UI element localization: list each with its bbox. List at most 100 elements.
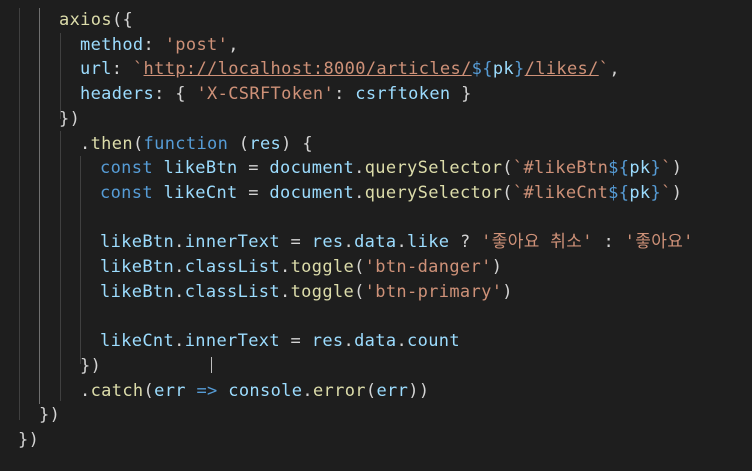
code-token: res	[311, 232, 344, 253]
code-token: count	[407, 331, 460, 352]
code-token: .	[396, 232, 408, 253]
code-token: querySelector	[364, 182, 503, 203]
code-line: })	[39, 403, 60, 428]
code-token: (	[132, 133, 144, 154]
code-area[interactable]: axios({ method: 'post', url: `http://loc…	[0, 8, 752, 463]
code-token: :	[592, 232, 625, 253]
code-token: .	[354, 182, 365, 203]
code-token: document	[269, 158, 355, 179]
code-token: then	[90, 133, 133, 154]
code-line: axios({	[59, 8, 133, 33]
code-editor[interactable]: axios({ method: 'post', url: `http://loc…	[0, 0, 752, 471]
code-token: ${	[608, 158, 630, 179]
code-line: })	[80, 354, 101, 379]
code-token: likeCnt	[100, 331, 175, 352]
code-token: likeBtn	[100, 257, 175, 277]
code-token: `	[132, 59, 144, 80]
code-token: (	[354, 257, 365, 277]
code-token: .	[174, 257, 185, 277]
code-token: (	[502, 158, 513, 179]
code-token: http://localhost:8000/articles/	[143, 59, 472, 80]
code-line: headers: { 'X-CSRFToken': csrftoken }	[80, 82, 472, 107]
code-token: .	[174, 232, 185, 253]
code-token: }	[514, 59, 525, 80]
code-token: }	[650, 182, 662, 203]
code-token: likeBtn	[100, 232, 175, 253]
code-token: )	[491, 257, 503, 277]
code-token: .	[396, 331, 408, 352]
code-token: (	[228, 133, 250, 154]
code-token: .	[279, 281, 291, 302]
code-token: likeBtn	[100, 281, 175, 302]
code-token: catch	[90, 380, 144, 401]
code-token: .	[80, 133, 91, 154]
code-token: 'post'	[164, 34, 229, 55]
code-token: ,	[609, 59, 620, 80]
code-token: classList	[184, 281, 280, 302]
code-token: `#likeCnt	[512, 182, 609, 203]
code-token: method	[80, 34, 144, 55]
code-line: likeBtn.innerText = res.data.like ? '좋아요…	[100, 230, 694, 255]
code-token: ,	[228, 34, 239, 55]
code-token: res	[249, 133, 282, 154]
code-line: method: 'post',	[80, 33, 239, 58]
code-token: csrftoken	[355, 84, 451, 105]
code-token: (	[502, 182, 513, 203]
code-token: .	[343, 331, 355, 352]
code-token: )	[502, 281, 513, 302]
code-token: toggle	[290, 281, 355, 302]
code-token: `	[661, 158, 672, 179]
code-token: error	[312, 380, 366, 401]
code-token: innerText	[184, 331, 280, 352]
code-token: '좋아요'	[624, 232, 694, 253]
code-token: querySelector	[364, 158, 503, 179]
code-token: 'btn-primary'	[364, 281, 503, 302]
code-token: }	[650, 158, 662, 179]
code-token: pk	[629, 158, 651, 179]
code-token: })	[18, 429, 40, 450]
mouse-text-cursor	[211, 357, 213, 373]
code-line: .then(function (res) {	[80, 132, 313, 157]
code-token: =	[279, 232, 312, 253]
code-token: (	[354, 281, 365, 302]
code-line: url: `http://localhost:8000/articles/${p…	[80, 57, 620, 82]
code-token: pk	[492, 59, 515, 80]
code-token: ({	[111, 10, 134, 30]
code-token: })	[80, 355, 102, 376]
code-line: })	[18, 428, 39, 453]
code-token: `	[661, 182, 672, 203]
code-token: document	[269, 182, 355, 203]
code-token: :	[143, 34, 165, 55]
code-token: .	[174, 281, 185, 302]
code-token: axios	[59, 10, 112, 30]
code-token: like	[407, 232, 450, 253]
code-token: )	[418, 380, 430, 401]
code-token: :	[111, 59, 133, 80]
code-token: 'btn-danger'	[364, 257, 492, 277]
code-token: pk	[629, 182, 651, 203]
code-token: `#likeBtn	[512, 158, 609, 179]
code-token: :	[334, 84, 356, 105]
code-token: innerText	[184, 232, 280, 253]
code-token: err	[376, 380, 409, 401]
code-token: })	[39, 405, 61, 426]
code-token: ) {	[281, 133, 313, 154]
code-line: likeBtn.classList.toggle('btn-primary')	[100, 280, 513, 305]
code-token: .	[354, 158, 365, 179]
code-token: function	[143, 133, 229, 154]
code-token: /likes/	[524, 59, 599, 80]
code-line: likeCnt.innerText = res.data.count	[100, 329, 460, 354]
code-token: )	[408, 380, 419, 401]
code-token: =	[237, 182, 270, 203]
code-token: )	[671, 158, 683, 179]
code-token: .	[343, 232, 355, 253]
code-token: ${	[608, 182, 630, 203]
code-line: const likeCnt = document.querySelector(`…	[100, 181, 682, 206]
code-token: 'X-CSRFToken'	[196, 84, 335, 105]
code-line: })	[59, 107, 80, 132]
code-token: url	[80, 59, 112, 80]
code-token: .	[80, 380, 91, 401]
code-token: likeBtn	[163, 158, 238, 179]
